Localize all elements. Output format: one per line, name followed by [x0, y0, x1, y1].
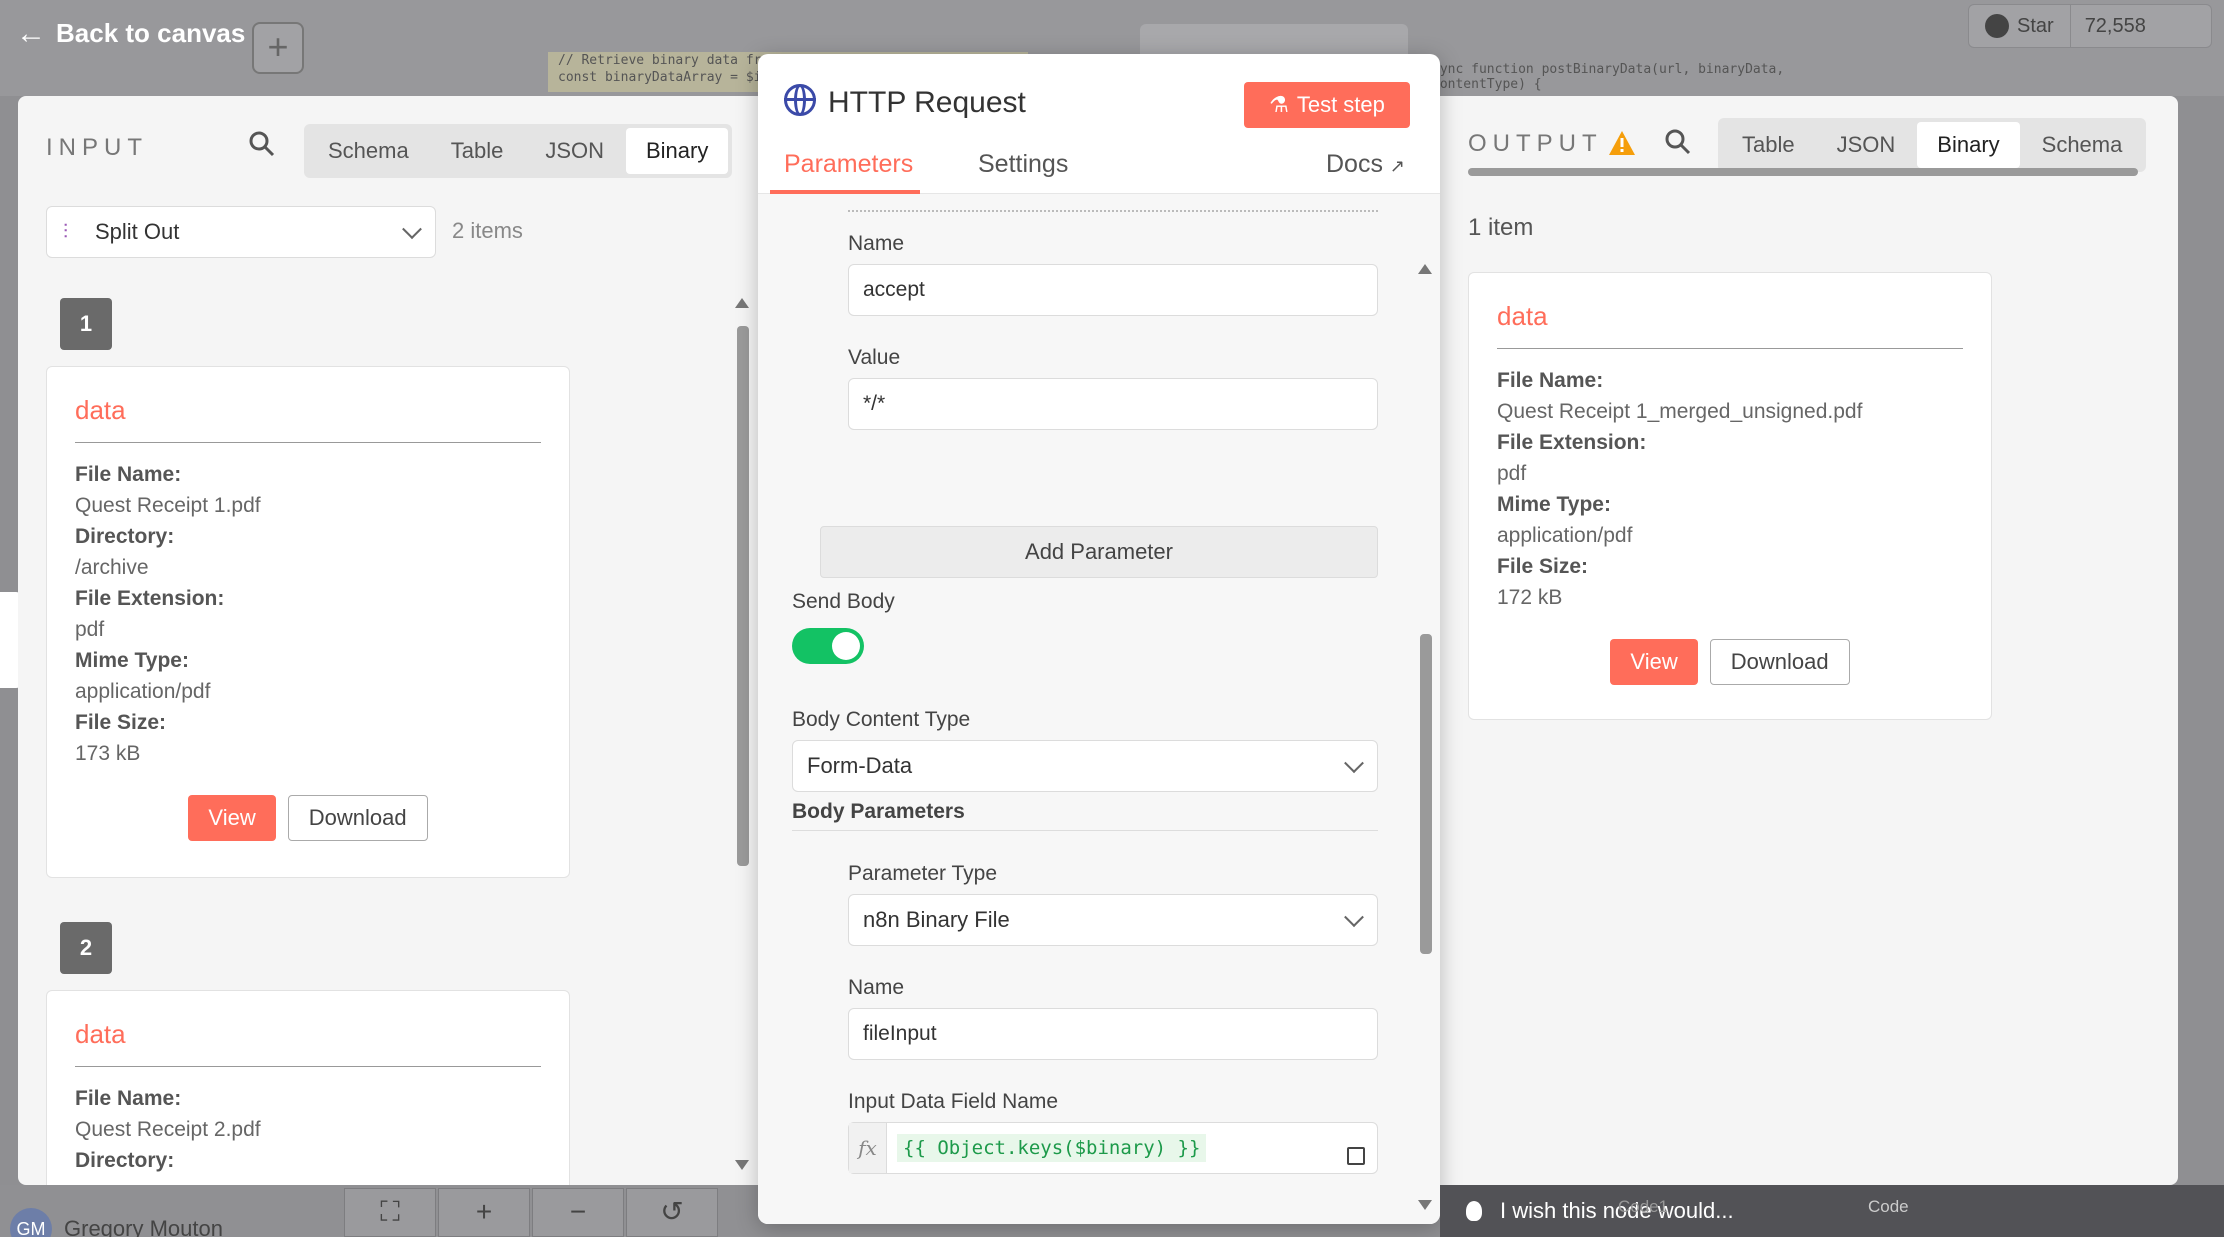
fit-view-button[interactable]: ⛶: [344, 1188, 436, 1237]
input-item-count: 2 items: [452, 218, 523, 243]
param-name-label: Name: [848, 976, 905, 999]
node-tabs: Parameters Settings Docs ↗: [758, 150, 1440, 194]
feedback-text: I wish this node would...: [1500, 1198, 1734, 1223]
download-button[interactable]: Download: [1709, 639, 1850, 685]
scroll-up-arrow[interactable]: [1418, 264, 1432, 274]
send-body-toggle[interactable]: [792, 628, 864, 664]
header-value-label: Value: [848, 346, 901, 369]
tab-json[interactable]: JSON: [525, 128, 624, 174]
header-name-label: Name: [848, 232, 905, 255]
output-tabs-scrollbar[interactable]: [1468, 168, 2138, 176]
expand-icon[interactable]: [1347, 1147, 1365, 1165]
body-content-type-select[interactable]: Form-Data: [792, 740, 1378, 792]
chevron-down-icon: [1344, 753, 1364, 774]
item-index-badge: 1: [60, 298, 112, 350]
user-name: Gregory Mouton: [64, 1216, 223, 1237]
lightbulb-icon: [1466, 1201, 1482, 1221]
arrow-left-icon: ←: [16, 16, 46, 50]
warning-icon: [1608, 130, 1636, 161]
add-parameter-button[interactable]: Add Parameter: [820, 526, 1378, 578]
scroll-up-arrow[interactable]: [735, 298, 749, 308]
back-to-canvas-button[interactable]: ← Back to canvas: [16, 18, 245, 49]
parameter-type-label: Parameter Type: [848, 862, 998, 885]
tab-schema[interactable]: Schema: [2022, 122, 2143, 168]
item-index-badge: 2: [60, 922, 112, 974]
divider: [792, 830, 1378, 831]
binary-card-title: data: [1497, 301, 1963, 349]
output-panel: OUTPUT Table JSON Binary Schema 1 item d…: [1440, 96, 2178, 1185]
chevron-down-icon: [1344, 907, 1364, 928]
expression-value: {{ Object.keys($binary) }}: [897, 1134, 1207, 1162]
tab-parameters[interactable]: Parameters: [784, 150, 913, 179]
node-title: HTTP Request: [828, 86, 1026, 119]
reset-zoom-button[interactable]: ↺: [626, 1188, 718, 1237]
canvas-node-label: Code1: [1618, 1197, 1669, 1216]
binary-card: data File Name: Quest Receipt 1_merged_u…: [1468, 272, 1992, 720]
parameters-form: Name accept Value */* Add Parameter Send…: [758, 194, 1440, 1224]
docs-link[interactable]: Docs ↗: [1326, 150, 1405, 179]
tab-binary[interactable]: Binary: [626, 128, 729, 174]
tab-settings[interactable]: Settings: [978, 150, 1068, 179]
tab-table[interactable]: Table: [431, 128, 524, 174]
avatar: GM: [10, 1208, 52, 1237]
external-link-icon: ↗: [1389, 156, 1406, 176]
globe-icon: [784, 84, 816, 116]
parameter-type-select[interactable]: n8n Binary File: [848, 894, 1378, 946]
view-button[interactable]: View: [188, 795, 276, 841]
tab-binary[interactable]: Binary: [1917, 122, 2020, 168]
scroll-down-arrow[interactable]: [735, 1160, 749, 1170]
chevron-down-icon: [402, 219, 422, 240]
split-out-icon: ⫶: [63, 220, 68, 243]
binary-card-title: data: [75, 395, 541, 443]
tab-schema[interactable]: Schema: [308, 128, 429, 174]
binary-card: data File Name: Quest Receipt 2.pdf Dire…: [46, 990, 570, 1185]
user-menu[interactable]: GM Gregory Mouton: [10, 1208, 223, 1237]
input-data-field-label: Input Data Field Name: [848, 1090, 1059, 1113]
input-view-tabs: Schema Table JSON Binary: [304, 124, 733, 178]
github-star-button[interactable]: Star: [1969, 5, 2071, 47]
divider: [848, 210, 1378, 212]
test-step-button[interactable]: ⚗ Test step: [1244, 82, 1410, 128]
search-icon[interactable]: [248, 130, 276, 165]
body-parameters-label: Body Parameters: [792, 800, 965, 823]
header-name-input[interactable]: accept: [848, 264, 1378, 316]
input-scrollbar[interactable]: [737, 326, 749, 866]
canvas-code-snippet-right: sync function postBinaryData(url, binary…: [1432, 62, 1785, 92]
view-button[interactable]: View: [1610, 639, 1698, 685]
github-star-count: 72,558: [2084, 14, 2146, 37]
tab-json[interactable]: JSON: [1817, 122, 1916, 168]
tab-table[interactable]: Table: [1722, 122, 1815, 168]
feedback-bar[interactable]: I wish this node would... Code1 Code: [1440, 1185, 2224, 1237]
header-value-input[interactable]: */*: [848, 378, 1378, 430]
scroll-down-arrow[interactable]: [1418, 1200, 1432, 1210]
canvas-node-label: Code: [1868, 1197, 1909, 1216]
github-icon: [1985, 14, 2009, 38]
input-label: INPUT: [46, 134, 148, 161]
search-icon[interactable]: [1664, 128, 1692, 163]
zoom-out-button[interactable]: −: [532, 1188, 624, 1237]
download-button[interactable]: Download: [287, 795, 428, 841]
output-item-count: 1 item: [1468, 214, 1534, 241]
parameters-scrollbar[interactable]: [1420, 634, 1432, 954]
input-data-field-expression[interactable]: fx {{ Object.keys($binary) }}: [848, 1122, 1378, 1174]
output-view-tabs: Table JSON Binary Schema: [1718, 118, 2147, 172]
binary-card: data File Name: Quest Receipt 1.pdf Dire…: [46, 366, 570, 878]
add-node-button[interactable]: +: [252, 22, 304, 74]
toggle-knob: [832, 632, 860, 660]
input-panel: INPUT Schema Table JSON Binary ⫶ Split O…: [18, 96, 758, 1185]
body-content-type-label: Body Content Type: [792, 708, 971, 731]
fx-icon: fx: [849, 1123, 887, 1173]
send-body-label: Send Body: [792, 590, 895, 613]
github-star-widget[interactable]: Star 72,558: [1968, 4, 2212, 48]
output-label: OUTPUT: [1468, 130, 1603, 157]
zoom-in-button[interactable]: +: [438, 1188, 530, 1237]
back-to-canvas-label: Back to canvas: [56, 18, 246, 48]
input-node-select[interactable]: ⫶ Split Out: [46, 206, 436, 258]
binary-card-title: data: [75, 1019, 541, 1067]
param-name-input[interactable]: fileInput: [848, 1008, 1378, 1060]
node-settings-panel: HTTP Request ⚗ Test step Parameters Sett…: [758, 54, 1440, 1224]
flask-icon: ⚗: [1269, 92, 1289, 117]
